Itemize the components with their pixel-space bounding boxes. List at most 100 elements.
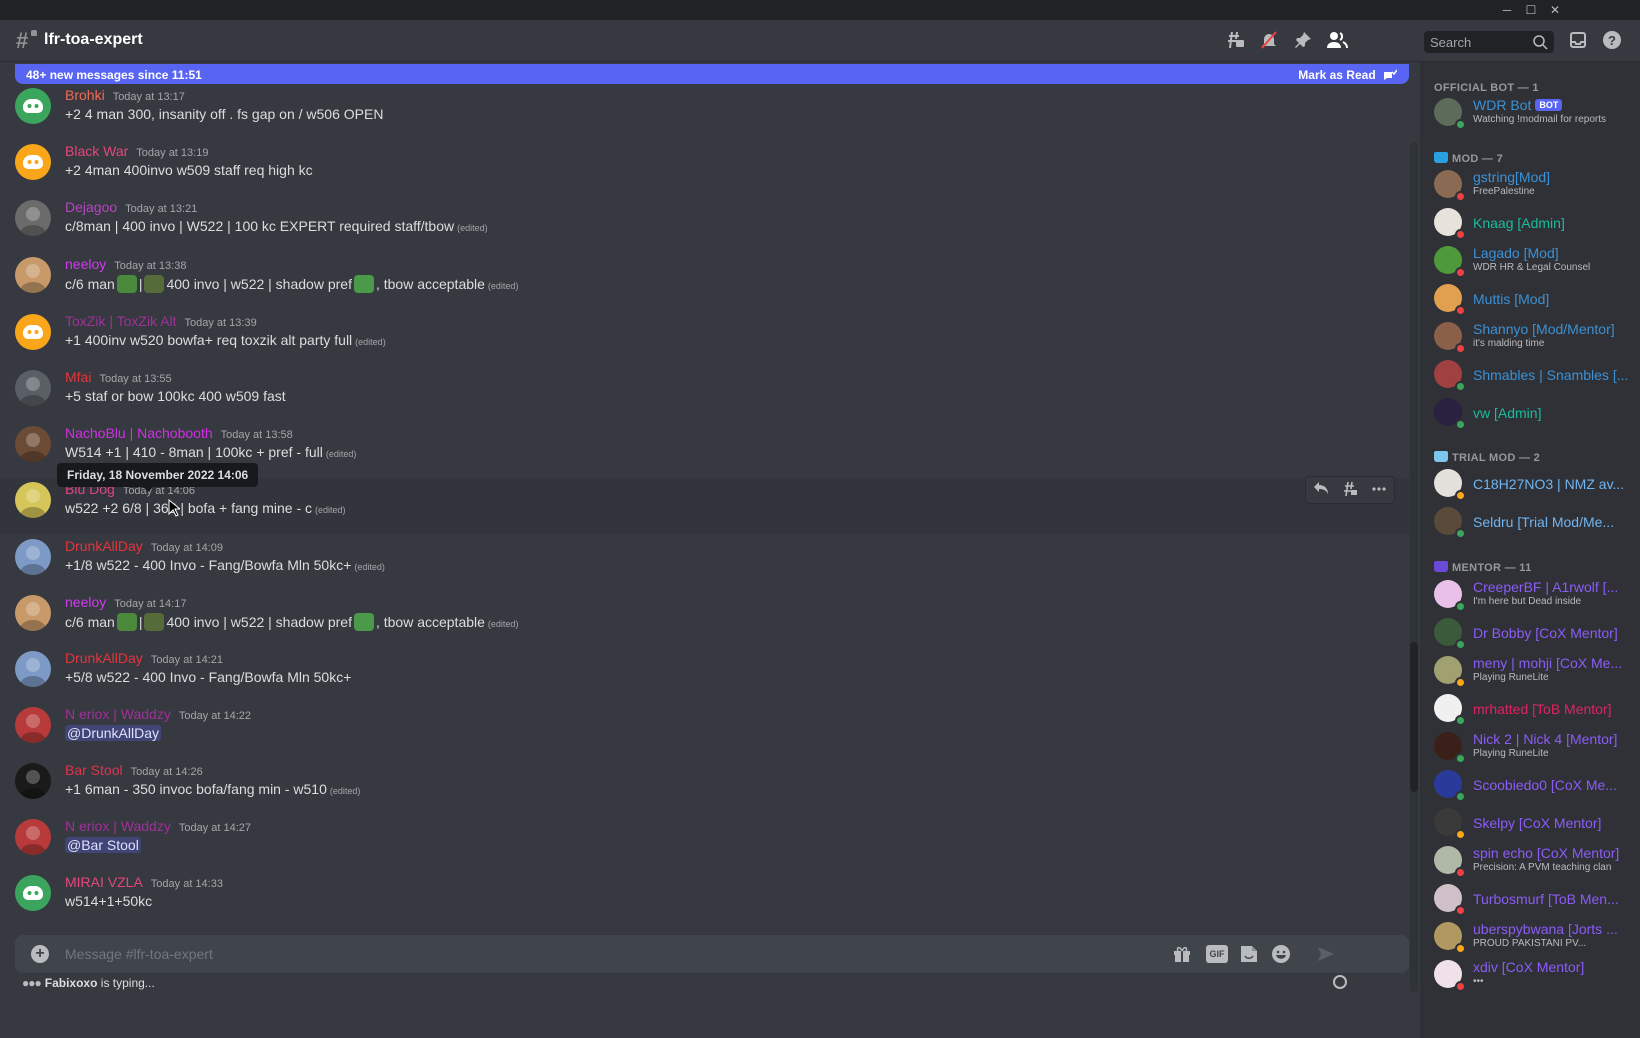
author-name[interactable]: neeloy	[65, 594, 106, 610]
author-name[interactable]: N eriox | Waddzy	[65, 706, 171, 722]
message-author[interactable]: Brohki Today at 13:17	[65, 87, 185, 103]
avatar[interactable]	[15, 426, 51, 462]
author-name[interactable]: DrunkAllDay	[65, 650, 143, 666]
pepe-jail-emoji-icon[interactable]	[116, 613, 137, 631]
member-item[interactable]: C18H27NO3 | NMZ av...	[1428, 465, 1634, 505]
message-author[interactable]: DrunkAllDay Today at 14:09	[65, 538, 223, 554]
avatar[interactable]	[15, 595, 51, 631]
member-item[interactable]: meny | mohji [CoX Me... Playing RuneLite	[1428, 652, 1634, 692]
avatar[interactable]	[15, 88, 51, 124]
author-name[interactable]: N eriox | Waddzy	[65, 818, 171, 834]
member-item[interactable]: xdiv [CoX Mentor] •••	[1428, 956, 1634, 996]
message-item[interactable]: neeloy Today at 13:38 c/6 man | 400 invo | w…	[0, 253, 1410, 309]
message-author[interactable]: Dejagoo Today at 13:21	[65, 199, 197, 215]
avatar[interactable]	[15, 370, 51, 406]
avatar[interactable]	[15, 539, 51, 575]
message-author[interactable]: neeloy Today at 13:38	[65, 256, 186, 272]
member-item[interactable]: Nick 2 | Nick 4 [Mentor] Playing RuneLite	[1428, 728, 1634, 768]
avatar[interactable]	[15, 707, 51, 743]
message-timestamp[interactable]: Today at 14:17	[114, 598, 186, 610]
pepe-jail-emoji-icon[interactable]	[116, 275, 137, 293]
gif-icon[interactable]: GIF	[1206, 945, 1228, 963]
search-box[interactable]	[1424, 31, 1554, 53]
member-item[interactable]: vw [Admin]	[1428, 394, 1634, 434]
threads-icon[interactable]	[1223, 30, 1247, 54]
minimize-button[interactable]: ─	[1495, 0, 1519, 20]
author-name[interactable]: MIRAI VZLA	[65, 874, 143, 890]
message-timestamp[interactable]: Today at 13:19	[136, 147, 208, 159]
create-thread-icon[interactable]	[1339, 481, 1361, 499]
avatar[interactable]	[15, 144, 51, 180]
author-name[interactable]: Dejagoo	[65, 199, 117, 215]
avatar[interactable]	[15, 482, 51, 518]
member-item[interactable]: Knaag [Admin]	[1428, 204, 1634, 244]
message-timestamp[interactable]: Today at 14:26	[131, 766, 203, 778]
member-list-icon[interactable]	[1325, 30, 1349, 54]
message-item[interactable]: DrunkAllDay Today at 14:21 +5/8 w522 - 400…	[0, 647, 1410, 703]
upload-plus-icon[interactable]: +	[31, 945, 49, 963]
member-item[interactable]: Scoobiedo0 [CoX Me...	[1428, 766, 1634, 806]
message-author[interactable]: N eriox | Waddzy Today at 14:27	[65, 818, 251, 834]
author-name[interactable]: Mfai	[65, 369, 91, 385]
new-messages-bar[interactable]: 48+ new messages since 11:51 Mark as Rea…	[15, 64, 1409, 84]
close-button[interactable]: ✕	[1543, 0, 1567, 20]
member-item[interactable]: Dr Bobby [CoX Mentor]	[1428, 614, 1634, 654]
author-name[interactable]: NachoBlu | Nachobooth	[65, 425, 213, 441]
message-timestamp[interactable]: Today at 13:58	[221, 429, 293, 441]
search-input[interactable]	[1430, 33, 1530, 51]
message-item[interactable]: neeloy Today at 14:17 c/6 man | 400 invo | w…	[0, 591, 1410, 647]
member-item[interactable]: Shannyo [Mod/Mentor] it's malding time	[1428, 318, 1634, 358]
scrollbar-thumb[interactable]	[1410, 642, 1418, 792]
message-item[interactable]: ToxZik | ToxZik Alt Today at 13:39 +1 400i…	[0, 310, 1410, 366]
avatar[interactable]	[15, 200, 51, 236]
message-item[interactable]: Bar Stool Today at 14:26 +1 6man - 350 inv…	[0, 759, 1410, 815]
message-item[interactable]: Black War Today at 13:19 +2 4man 400invo w…	[0, 140, 1410, 196]
member-item[interactable]: Muttis [Mod]	[1428, 280, 1634, 320]
message-item[interactable]: MIRAI VZLA Today at 14:33 w514+1+50kc	[0, 871, 1410, 927]
message-timestamp[interactable]: Today at 14:21	[151, 654, 223, 666]
sticker-icon[interactable]	[1238, 944, 1260, 964]
more-options-icon[interactable]	[1368, 481, 1390, 499]
pepe-chair-emoji-icon[interactable]	[144, 275, 165, 293]
message-item[interactable]: DrunkAllDay Today at 14:09 +1/8 w522 - 400…	[0, 535, 1410, 591]
pepe-face-emoji-icon[interactable]	[353, 613, 374, 631]
message-author[interactable]: Mfai Today at 13:55	[65, 369, 172, 385]
message-item[interactable]: Dejagoo Today at 13:21 c/8man | 400 invo |…	[0, 196, 1410, 252]
pepe-chair-emoji-icon[interactable]	[144, 613, 165, 631]
message-author[interactable]: N eriox | Waddzy Today at 14:22	[65, 706, 251, 722]
member-item[interactable]: Shmables | Snambles [...	[1428, 356, 1634, 396]
member-item[interactable]: Seldru [Trial Mod/Me...	[1428, 503, 1634, 543]
help-icon[interactable]: ?	[1600, 30, 1624, 54]
avatar[interactable]	[15, 651, 51, 687]
member-item[interactable]: WDR Bot BOT Watching !modmail for reports	[1428, 94, 1634, 134]
avatar[interactable]	[15, 763, 51, 799]
author-name[interactable]: Bar Stool	[65, 762, 123, 778]
message-author[interactable]: Black War Today at 13:19	[65, 143, 208, 159]
scrollbar-track[interactable]	[1410, 142, 1418, 992]
avatar[interactable]	[15, 314, 51, 350]
avatar[interactable]	[15, 257, 51, 293]
avatar[interactable]	[15, 819, 51, 855]
author-name[interactable]: DrunkAllDay	[65, 538, 143, 554]
message-timestamp[interactable]: Today at 14:27	[179, 822, 251, 834]
member-item[interactable]: Turbosmurf [ToB Men...	[1428, 880, 1634, 920]
message-author[interactable]: neeloy Today at 14:17	[65, 594, 186, 610]
author-name[interactable]: neeloy	[65, 256, 106, 272]
message-timestamp[interactable]: Today at 13:38	[114, 260, 186, 272]
member-item[interactable]: CreeperBF | A1rwolf [... I'm here but Dea…	[1428, 576, 1634, 616]
author-name[interactable]: ToxZik | ToxZik Alt	[65, 313, 177, 329]
inbox-icon[interactable]	[1566, 30, 1590, 54]
user-mention[interactable]: @Bar Stool	[65, 837, 141, 853]
message-author[interactable]: MIRAI VZLA Today at 14:33	[65, 874, 223, 890]
member-item[interactable]: uberspybwana [Jorts ... PROUD PAKISTANI P…	[1428, 918, 1634, 958]
user-mention[interactable]: @DrunkAllDay	[65, 725, 162, 741]
message-input[interactable]	[65, 944, 1165, 964]
pepe-face-emoji-icon[interactable]	[353, 275, 374, 293]
message-timestamp[interactable]: Today at 13:21	[125, 203, 197, 215]
message-timestamp[interactable]: Today at 14:22	[179, 710, 251, 722]
message-author[interactable]: Bar Stool Today at 14:26	[65, 762, 203, 778]
message-author[interactable]: ToxZik | ToxZik Alt Today at 13:39	[65, 313, 257, 329]
author-name[interactable]: Brohki	[65, 87, 105, 103]
avatar[interactable]	[15, 875, 51, 911]
send-icon[interactable]	[1315, 944, 1337, 964]
